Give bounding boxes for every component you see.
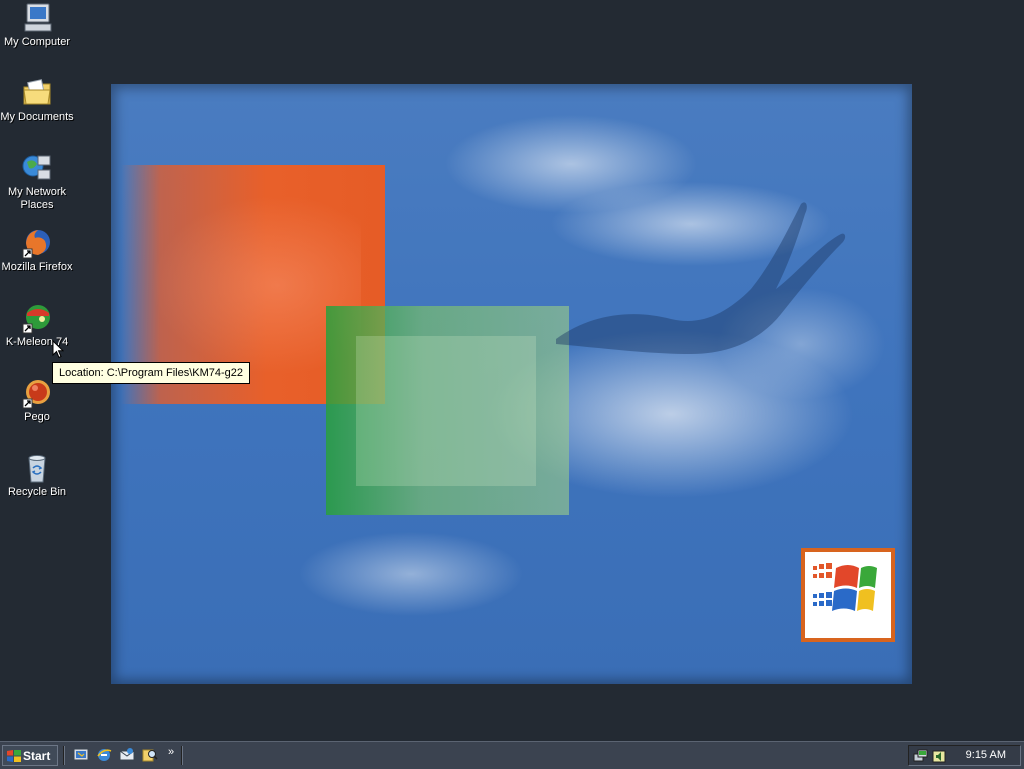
- firefox-icon: [22, 230, 50, 259]
- network-tray-icon[interactable]: [913, 748, 929, 764]
- kmeleon-icon: [22, 305, 50, 334]
- folder-documents-icon: [23, 79, 51, 105]
- start-button[interactable]: Start: [2, 745, 58, 766]
- pego-icon: [22, 380, 50, 409]
- location-tooltip: Location: C:\Program Files\KM74-g22: [52, 362, 251, 384]
- taskbar-separator: [63, 746, 65, 765]
- taskbar-clock[interactable]: 9:15 AM: [966, 746, 1006, 765]
- computer-icon: [24, 3, 52, 32]
- outlook-express-icon[interactable]: [119, 747, 135, 763]
- desktop-icon-label: My Documents: [0, 111, 74, 123]
- desktop-icon-pego[interactable]: Pego: [0, 377, 74, 424]
- wallpaper-green-square: [326, 306, 569, 515]
- desktop-icon-my-computer[interactable]: My Computer: [0, 2, 74, 49]
- start-label: Start: [23, 749, 51, 763]
- desktop-icon-recycle-bin[interactable]: Recycle Bin: [0, 452, 74, 499]
- desktop-icon-label: Mozilla Firefox: [1, 261, 73, 273]
- search-icon[interactable]: [142, 747, 158, 763]
- network-places-icon: [22, 155, 51, 180]
- quick-launch-overflow-chevron[interactable]: »: [168, 746, 174, 758]
- desktop-icon-label: Recycle Bin: [7, 486, 67, 498]
- internet-explorer-icon[interactable]: [96, 747, 112, 763]
- mouse-cursor-icon: [52, 340, 64, 359]
- taskbar: Start » 9:15 AM: [0, 741, 1024, 769]
- system-tray: 9:15 AM: [908, 745, 1021, 766]
- recycle-bin-icon: [28, 455, 46, 483]
- desktop-icon-my-documents[interactable]: My Documents: [0, 77, 74, 124]
- diver-silhouette: [556, 202, 846, 354]
- desktop-icon-mozilla-firefox[interactable]: Mozilla Firefox: [0, 227, 74, 274]
- desktop-icon-label: My Computer: [3, 36, 71, 48]
- volume-tray-icon[interactable]: [931, 748, 947, 764]
- windows-logo: [801, 548, 895, 642]
- desktop-icon-label: My Network Places: [7, 186, 67, 211]
- taskbar-separator: [181, 746, 183, 765]
- desktop-icon-my-network-places[interactable]: My Network Places: [0, 152, 74, 212]
- windows-flag-icon: [7, 750, 21, 762]
- desktop-wallpaper: [111, 84, 912, 684]
- desktop-icon-label: Pego: [24, 411, 50, 423]
- show-desktop-icon[interactable]: [73, 747, 89, 763]
